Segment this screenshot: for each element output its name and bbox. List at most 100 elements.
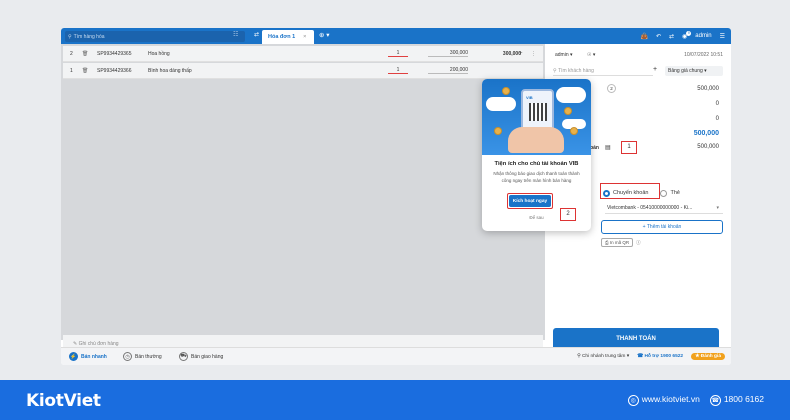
product-name: Bình hoa dáng thấp	[148, 67, 192, 74]
cloud-shape	[556, 87, 586, 103]
tab-invoice-label: Hóa đơn 1	[268, 34, 296, 40]
transfer-highlight	[600, 183, 660, 199]
coin-icon	[564, 107, 572, 115]
notification-count: 9	[686, 30, 692, 36]
other-fee-value: 0	[715, 116, 719, 122]
step-2-marker: 2	[560, 208, 576, 221]
barcode-icon[interactable]: ☷	[233, 31, 238, 38]
radio-card-label: Thẻ	[670, 190, 680, 196]
activate-highlight	[507, 193, 553, 209]
product-code: SP9934429366	[97, 67, 132, 74]
top-bar: ⚲ Tìm hàng hóa ☷ ⇄ Hóa đơn 1 × ⊕ ▾ 👜 ↶ ⇄…	[61, 28, 731, 44]
print-qr-row: ⎙ In mã QR ⓘ	[601, 238, 641, 247]
customer-search-placeholder: Tìm khách hàng	[558, 67, 594, 74]
trash-icon[interactable]: 🗑	[82, 68, 88, 74]
mode-delivery-label: Bán giao hàng	[191, 353, 224, 360]
website-label: www.kiotviet.vn	[641, 394, 700, 404]
coin-icon	[494, 127, 502, 135]
trash-icon[interactable]: 🗑	[82, 51, 88, 57]
more-icon[interactable]: ⋮	[531, 51, 536, 57]
cloud-shape	[486, 97, 516, 111]
rate-button[interactable]: ★ Đánh giá	[691, 353, 725, 360]
line-total: 300,000	[502, 50, 521, 57]
close-icon[interactable]: ×	[303, 34, 306, 40]
add-tab-icon[interactable]: ⊕ ▾	[319, 31, 330, 39]
seller-select[interactable]: admin ▾	[555, 52, 573, 58]
mode-fast-sale[interactable]: ⚡ Bán nhanh	[69, 352, 107, 361]
wallet-icon[interactable]: ▤	[605, 144, 611, 151]
bottom-bar: ⚡ Bán nhanh ◷ Bán thường ⛟ Bán giao hàng…	[61, 347, 731, 365]
menu-icon[interactable]: ☰	[720, 33, 725, 40]
refresh-icon[interactable]: ⇄	[669, 33, 674, 40]
unit-price-input[interactable]: 300,000	[428, 50, 468, 57]
phone-link[interactable]: ☎ 1800 6162	[709, 394, 764, 406]
product-name: Hoa hồng	[148, 50, 170, 57]
coin-icon	[570, 127, 578, 135]
hand-shape	[508, 127, 564, 153]
clock-icon: ◷	[123, 352, 132, 361]
invoice-datetime: 10/07/2022 10:51	[684, 52, 723, 58]
discount-value[interactable]: 0	[716, 101, 719, 107]
radio-dot	[660, 189, 668, 197]
brand-footer: KiotViet ◎ www.kiotviet.vn ☎ 1800 6162	[0, 380, 790, 420]
row-index: 1	[70, 67, 73, 74]
lightning-icon: ⚡	[69, 352, 78, 361]
phone-icon: ☎	[709, 395, 721, 406]
popup-title: Tiện ích cho chủ tài khoản VIB	[494, 161, 579, 167]
quantity-input[interactable]: 1	[388, 50, 408, 57]
unit-price-input[interactable]: 200,000	[428, 67, 468, 74]
mode-normal-label: Bán thường	[135, 353, 162, 360]
branch-select[interactable]: ⚲ Chi nhánh trung tâm ▾	[577, 354, 629, 359]
kiotviet-logo: KiotViet	[26, 391, 101, 411]
mode-normal-sale[interactable]: ◷ Bán thường	[123, 352, 162, 361]
radio-card[interactable]: Thẻ	[660, 189, 680, 197]
screen-background: ⚲ Tìm hàng hóa ☷ ⇄ Hóa đơn 1 × ⊕ ▾ 👜 ↶ ⇄…	[0, 0, 790, 380]
step-1-marker: 1	[621, 141, 637, 154]
cart-row[interactable]: 1 🗑 SP9934429366 Bình hoa dáng thấp 1 20…	[63, 63, 543, 79]
truck-icon: ⛟	[179, 352, 188, 361]
quantity-input[interactable]: 1	[388, 67, 408, 74]
user-name[interactable]: admin	[695, 33, 711, 39]
amount-due-value: 500,000	[693, 130, 719, 137]
product-search-input[interactable]: ⚲ Tìm hàng hóa	[65, 31, 245, 42]
order-note-placeholder: Ghi chú đơn hàng	[78, 340, 119, 347]
vib-logo: VIB	[526, 95, 533, 100]
bank-account-select[interactable]: Vietcombank - 05410000000000 - Ki... ▾	[605, 202, 723, 214]
undo-icon[interactable]: ↶	[656, 33, 661, 40]
product-search-placeholder: Tìm hàng hóa	[73, 33, 105, 40]
product-code: SP9934429365	[97, 50, 132, 57]
footer-contacts: ◎ www.kiotviet.vn ☎ 1800 6162	[627, 394, 764, 406]
customer-search-input[interactable]: ⚲ Tìm khách hàng	[553, 66, 653, 76]
row-index: 2	[70, 50, 73, 57]
add-customer-icon[interactable]: +	[653, 66, 657, 73]
bank-account-value: Vietcombank - 05410000000000 - Ki...	[607, 204, 693, 211]
add-account-button[interactable]: + Thêm tài khoản	[601, 220, 723, 234]
person-icon[interactable]: ☉ ▾	[587, 52, 595, 58]
bottom-right: ⚲ Chi nhánh trung tâm ▾ ☎ Hỗ trợ 1900 65…	[577, 353, 725, 360]
pricebook-select[interactable]: Bảng giá chung ▾	[665, 66, 723, 76]
phone-label: 1800 6162	[723, 394, 764, 404]
swap-tabs-icon[interactable]: ⇄	[254, 31, 259, 38]
notification-icon[interactable]: ◉ 9	[682, 30, 692, 40]
hotline-label: Hỗ trợ 1900 6522	[644, 354, 684, 359]
cart-row[interactable]: 2 🗑 SP9934429365 Hoa hồng 1 300,000 300,…	[63, 46, 543, 62]
mode-delivery-sale[interactable]: ⛟ Bán giao hàng	[179, 352, 223, 361]
rate-label: Đánh giá	[700, 354, 721, 359]
pricebook-value: Bảng giá chung	[668, 68, 703, 74]
search-icon: ⚲	[68, 33, 72, 40]
website-link[interactable]: ◎ www.kiotviet.vn	[627, 394, 700, 406]
support-hotline[interactable]: ☎ Hỗ trợ 1900 6522	[637, 354, 683, 359]
info-icon[interactable]: ⓘ	[636, 240, 641, 246]
bag-icon[interactable]: 👜	[640, 33, 647, 40]
branch-label: Chi nhánh trung tâm	[581, 354, 626, 359]
top-right-actions: 👜 ↶ ⇄ ◉ 9 admin ☰	[640, 30, 725, 42]
plus-icon[interactable]: +	[519, 51, 523, 57]
item-count-badge: 2	[607, 84, 616, 93]
seller-name: admin	[555, 52, 569, 58]
chevron-down-icon: ▾	[716, 204, 719, 211]
tab-invoice-1[interactable]: Hóa đơn 1 ×	[262, 30, 314, 44]
customer-paid-value[interactable]: 500,000	[697, 144, 719, 150]
subtotal-value: 500,000	[697, 86, 719, 92]
print-qr-button[interactable]: ⎙ In mã QR	[601, 238, 634, 247]
cart-pane: 2 🗑 SP9934429365 Hoa hồng 1 300,000 300,…	[61, 44, 545, 352]
